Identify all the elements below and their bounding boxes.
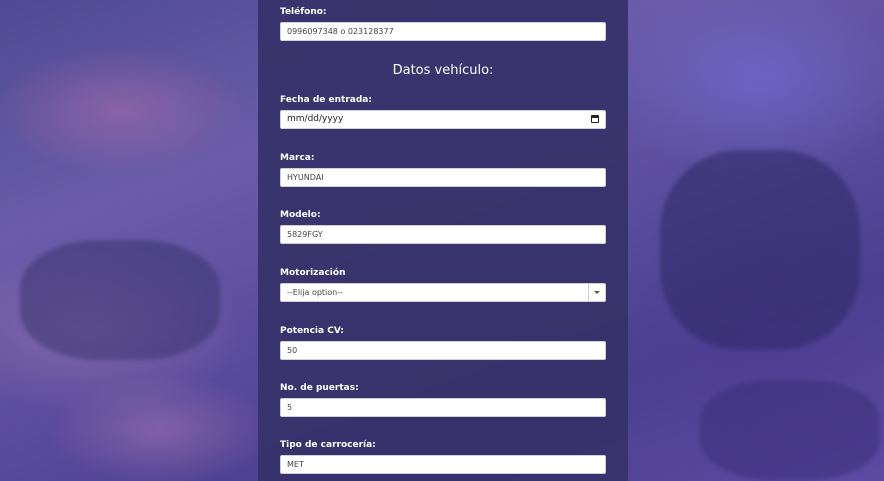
section-title-vehicle: Datos vehículo: [392, 63, 494, 78]
telefono-input[interactable]: 0996097348 o 023128377 [280, 22, 606, 41]
puertas-input[interactable]: 5 [280, 398, 606, 417]
motorizacion-selected: --Elija option-- [287, 288, 344, 297]
carroceria-label: Tipo de carrocería: [280, 440, 376, 450]
calendar-icon[interactable] [591, 115, 599, 123]
potencia-input[interactable]: 50 [280, 341, 606, 360]
vehicle-form-panel: Teléfono: 0996097348 o 023128377 Datos v… [258, 0, 628, 481]
chevron-down-icon[interactable] [588, 284, 605, 301]
motorizacion-select[interactable]: --Elija option-- [280, 283, 606, 302]
motorizacion-label: Motorización [280, 268, 346, 278]
fecha-entrada-value: mm/dd/yyyy [287, 114, 344, 124]
background-rock [700, 380, 880, 480]
background-rock [20, 240, 220, 360]
carroceria-input[interactable]: MET [280, 455, 606, 474]
telefono-label: Teléfono: [280, 7, 327, 17]
modelo-label: Modelo: [280, 210, 321, 220]
potencia-label: Potencia CV: [280, 326, 344, 336]
marca-input[interactable]: HYUNDAI [280, 168, 606, 187]
marca-label: Marca: [280, 153, 315, 163]
fecha-entrada-input[interactable]: mm/dd/yyyy [280, 110, 606, 129]
puertas-label: No. de puertas: [280, 383, 359, 393]
modelo-input[interactable]: 5829FGY [280, 225, 606, 244]
background-rock [660, 150, 860, 350]
fecha-entrada-label: Fecha de entrada: [280, 95, 372, 105]
